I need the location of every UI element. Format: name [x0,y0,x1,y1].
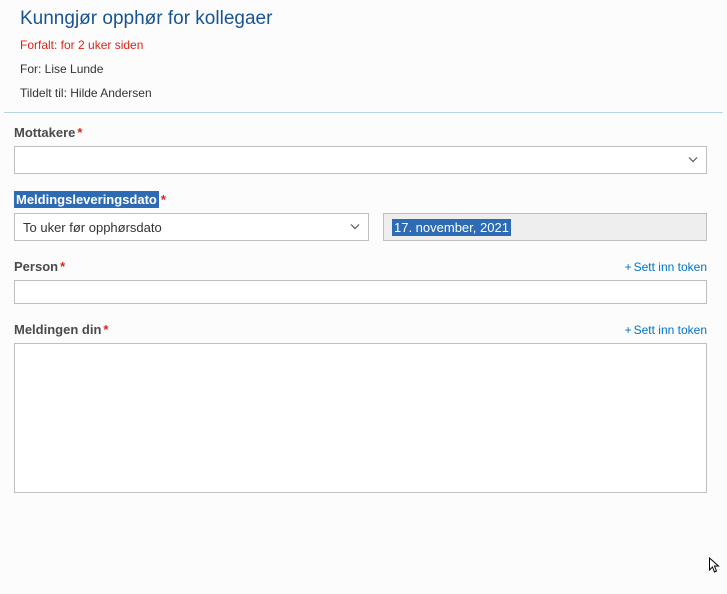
mottakere-select[interactable] [14,146,707,174]
resolved-date-display: 17. november, 2021 [383,213,707,241]
chevron-down-icon [688,153,698,168]
field-mottakere: Mottakere* [14,125,707,174]
mottakere-label: Mottakere [14,125,75,140]
melding-label: Meldingen din [14,322,101,337]
mouse-cursor-icon [708,557,721,578]
chevron-down-icon [350,220,360,235]
meldingsdato-label: Meldingsleveringsdato [14,191,159,208]
meldingsdato-select[interactable]: To uker før opphørsdato [14,213,369,241]
field-meldingsdato: Meldingsleveringsdato* To uker før opphø… [14,192,707,241]
page-title: Kunngjør opphør for kollegaer [0,0,727,36]
insert-token-person[interactable]: +Sett inn token [625,260,707,274]
person-input[interactable] [14,280,707,304]
overdue-text: Forfalt: for 2 uker siden [0,36,727,60]
assigned-line: Tildelt til: Hilde Andersen [0,84,727,108]
field-melding: Meldingen din* +Sett inn token [14,322,707,496]
for-line: For: Lise Lunde [0,60,727,84]
form-area: Mottakere* Meldingsleveringsdato* To uke… [0,113,727,496]
required-asterisk: * [161,192,166,207]
melding-textarea[interactable] [14,343,707,493]
required-asterisk: * [77,125,82,140]
required-asterisk: * [103,322,108,337]
insert-token-melding[interactable]: +Sett inn token [625,323,707,337]
field-person: Person* +Sett inn token [14,259,707,304]
person-label: Person [14,259,58,274]
resolved-date-text: 17. november, 2021 [392,219,511,236]
meldingsdato-select-value: To uker før opphørsdato [23,220,162,235]
required-asterisk: * [60,259,65,274]
